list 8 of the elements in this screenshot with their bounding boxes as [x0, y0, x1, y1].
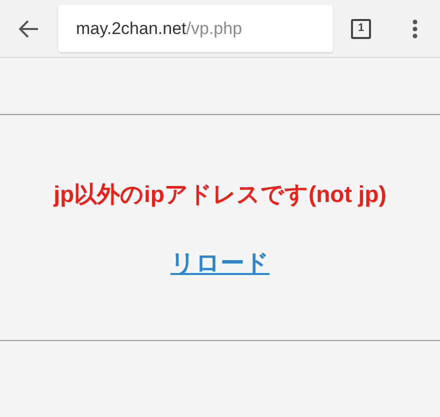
url-host: may.2chan.net [76, 18, 186, 40]
more-menu-icon[interactable] [412, 18, 418, 38]
back-icon[interactable] [19, 20, 39, 38]
address-bar[interactable]: may.2chan.net/vp.php [58, 5, 333, 52]
reload-link[interactable]: リロード [170, 248, 270, 279]
error-message: jp以外のipアドレスです(not jp) [54, 180, 386, 209]
url-path: /vp.php [186, 18, 242, 40]
tab-count-button[interactable]: 1 [351, 18, 371, 38]
